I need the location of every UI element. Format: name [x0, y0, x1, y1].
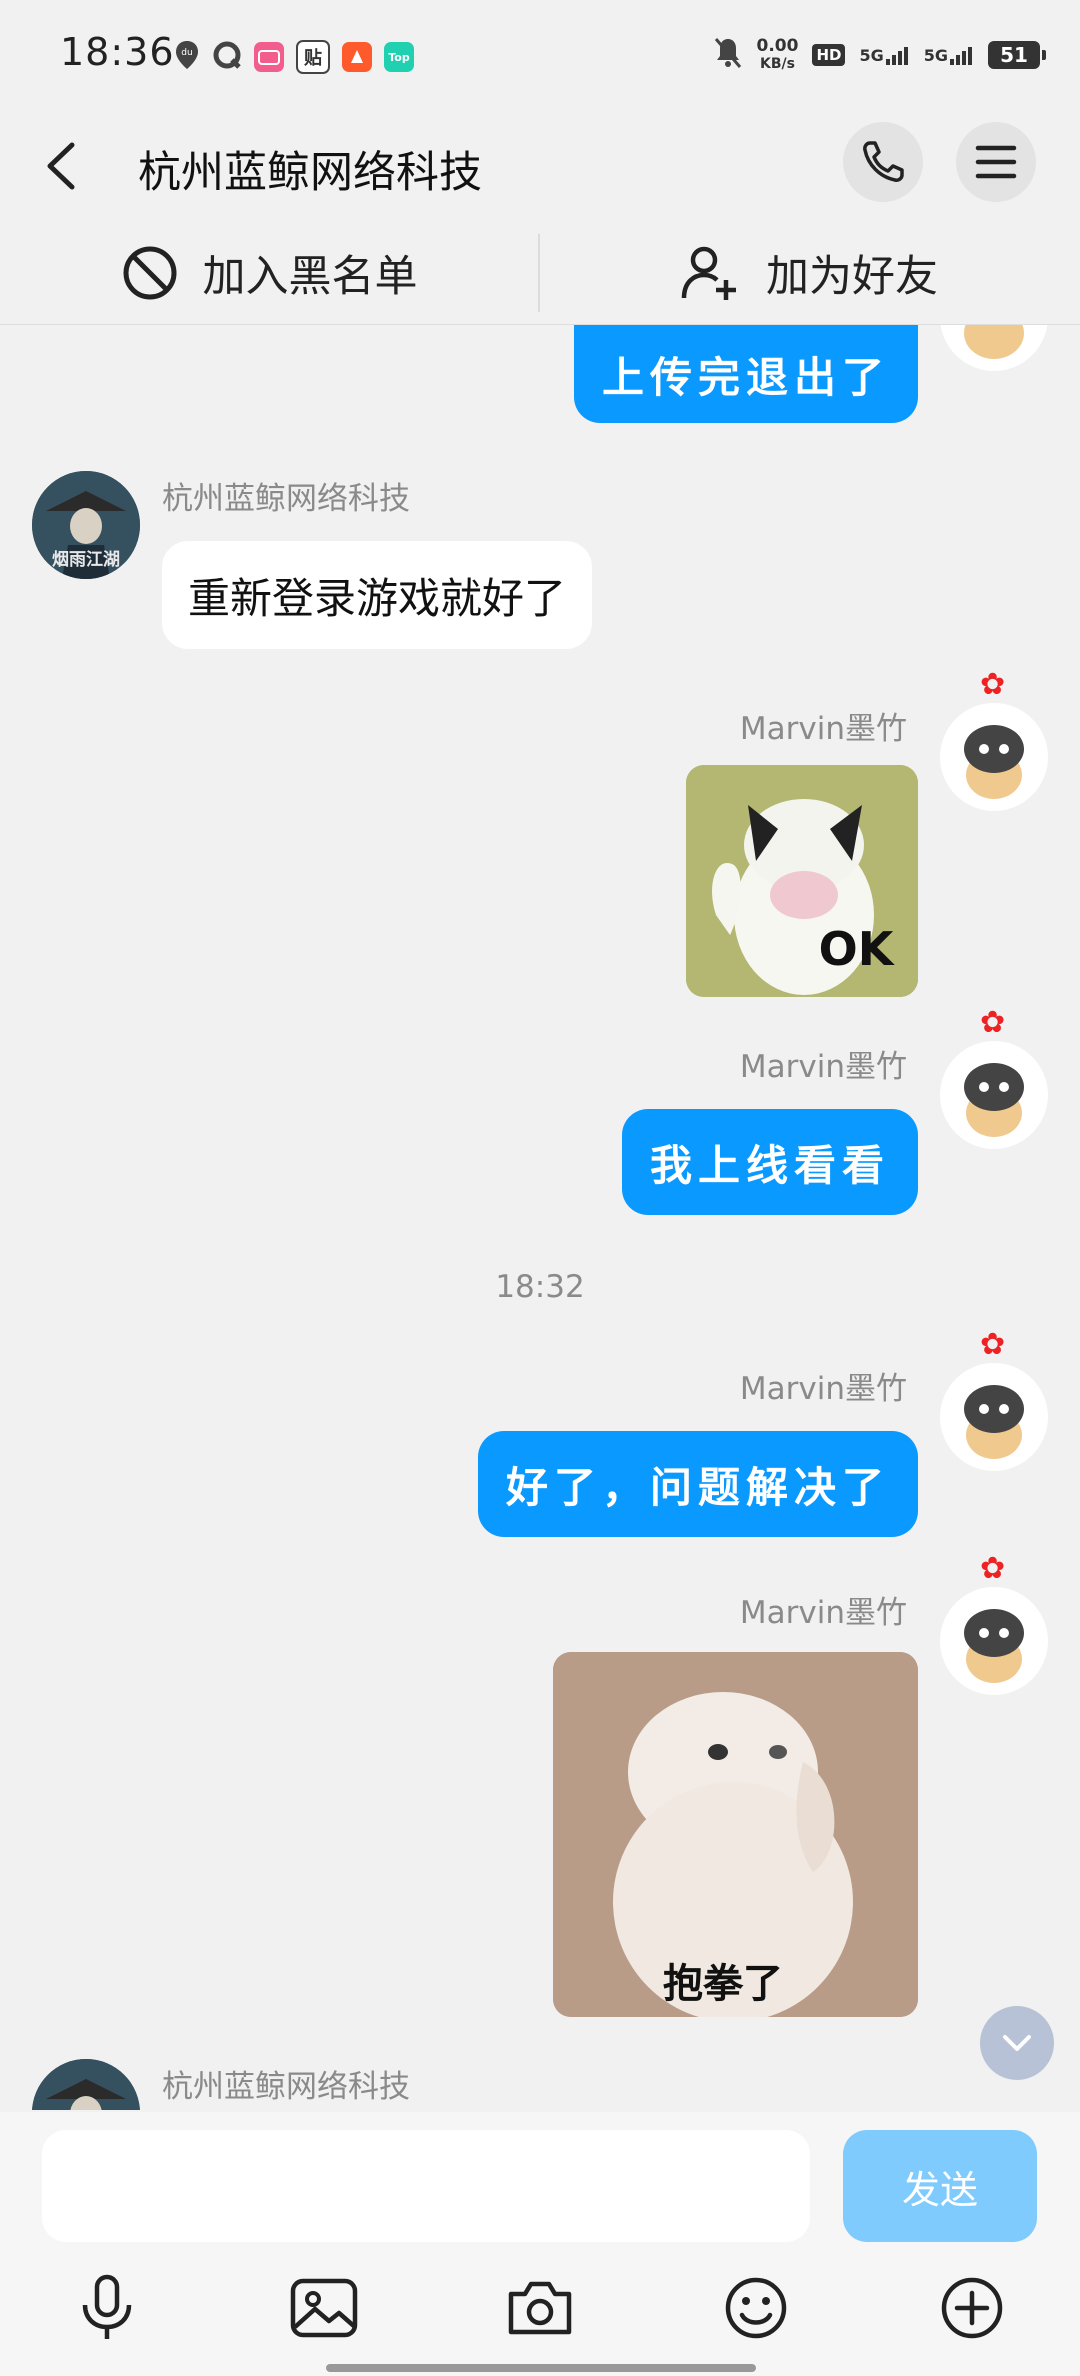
avatar[interactable] [32, 2059, 140, 2110]
message-bubble-outgoing[interactable]: 上传完退出了 [573, 325, 918, 423]
add-to-blacklist-button[interactable]: 加入黑名单 [0, 222, 538, 324]
block-icon [123, 246, 176, 300]
message-list[interactable]: 上传完退出了 烟雨江湖 杭州蓝鲸网络科技 重新登录游戏就好了 ✿ Marvin墨… [0, 325, 1080, 2110]
message-bubble-outgoing[interactable]: 好了，问题解决了 [477, 1431, 918, 1537]
add-friend-button[interactable]: 加为好友 [540, 222, 1078, 324]
add-friend-label: 加为好友 [766, 252, 938, 302]
network-speed: 0.00 KB/s [756, 36, 799, 72]
flower-icon: ✿ [980, 667, 1006, 702]
chat-header: 杭州蓝鲸网络科技 [0, 110, 1080, 220]
add-user-icon [681, 246, 736, 300]
plus-icon [941, 2277, 1003, 2339]
sticker-image[interactable]: OK [686, 765, 918, 997]
hd-icon: HD [812, 44, 846, 66]
sender-name: 杭州蓝鲸网络科技 [162, 2069, 410, 2105]
call-button[interactable] [843, 122, 923, 202]
top-app-icon: Top [384, 42, 414, 72]
message-bubble-incoming[interactable]: 重新登录游戏就好了 [162, 541, 593, 649]
sender-name: 杭州蓝鲸网络科技 [162, 481, 410, 517]
back-button[interactable] [36, 135, 96, 195]
avatar[interactable]: 烟雨江湖 [32, 471, 140, 579]
location-icon: du [174, 40, 200, 74]
sender-name: Marvin墨竹 [739, 1049, 907, 1085]
camera-button[interactable] [500, 2268, 580, 2348]
emoji-button[interactable] [716, 2268, 796, 2348]
camera-icon [508, 2281, 572, 2335]
status-right: 0.00 KB/s HD 5G 5G 51 [713, 36, 1046, 74]
flower-icon: ✿ [980, 1327, 1006, 1362]
bilibili-icon [254, 42, 284, 72]
flower-icon: ✿ [980, 1005, 1006, 1040]
composer: 发送 [0, 2112, 1080, 2376]
image-button[interactable] [284, 2268, 364, 2348]
message-timestamp: 18:32 [495, 1269, 585, 1305]
message-bubble-outgoing[interactable]: 我上线看看 [621, 1109, 918, 1215]
flower-icon: ✿ [980, 1551, 1006, 1586]
image-icon [290, 2278, 358, 2338]
status-bar: 18:36 du 贴 Top 0.00 KB/s HD 5G 5G 51 [0, 0, 1080, 110]
svg-text:du: du [181, 48, 192, 58]
sender-name: Marvin墨竹 [739, 1595, 907, 1631]
battery-indicator: 51 [988, 41, 1046, 69]
chevron-down-icon [1003, 2035, 1031, 2051]
sticker-image[interactable]: 抱拳了 [553, 1652, 918, 2017]
sender-name: Marvin墨竹 [739, 711, 907, 747]
phone-icon [863, 141, 904, 182]
status-time: 18:36 [60, 30, 175, 74]
avatar-text: 烟雨江湖 [52, 549, 120, 570]
back-arrow-icon [47, 142, 75, 190]
page-title: 杭州蓝鲸网络科技 [138, 148, 482, 198]
microphone-icon [82, 2274, 132, 2339]
menu-icon [975, 145, 1017, 179]
qq-browser-icon [212, 40, 242, 74]
blacklist-label: 加入黑名单 [202, 252, 418, 302]
home-indicator[interactable] [326, 2364, 756, 2372]
mute-icon [713, 36, 743, 74]
message-input[interactable] [42, 2130, 810, 2242]
more-button[interactable] [932, 2268, 1012, 2348]
signal-icon-1: 5G [859, 45, 909, 65]
avatar[interactable] [940, 325, 1048, 371]
tieba-icon: 贴 [296, 40, 330, 74]
avatar[interactable]: ✿ [940, 667, 1048, 811]
sticker-caption: 抱拳了 [663, 1961, 783, 2007]
status-app-icons: du 贴 Top [174, 40, 414, 74]
send-button[interactable]: 发送 [843, 2130, 1037, 2242]
taobao-icon [342, 42, 372, 72]
signal-icon-2: 5G [924, 45, 974, 65]
avatar[interactable]: ✿ [940, 1551, 1048, 1695]
menu-button[interactable] [956, 122, 1036, 202]
avatar[interactable]: ✿ [940, 1327, 1048, 1471]
avatar[interactable]: ✿ [940, 1005, 1048, 1149]
sender-name: Marvin墨竹 [739, 1371, 907, 1407]
scroll-to-bottom-button[interactable] [980, 2006, 1054, 2080]
sticker-caption: OK [819, 922, 896, 976]
emoji-icon [725, 2277, 787, 2339]
voice-button[interactable] [67, 2268, 147, 2348]
action-bar: 加入黑名单 加为好友 [0, 222, 1080, 325]
